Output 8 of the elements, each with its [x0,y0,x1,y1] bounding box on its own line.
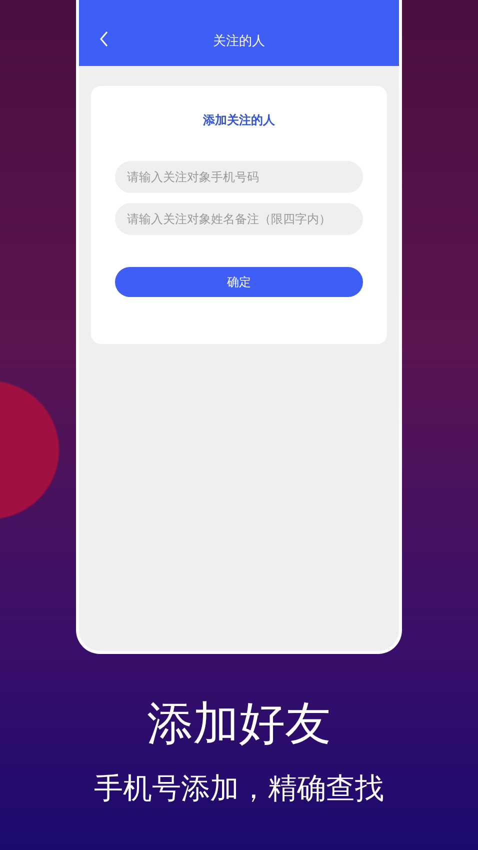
screen-title: 关注的人 [213,33,265,50]
confirm-button[interactable]: 确定 [115,267,363,297]
back-icon[interactable] [99,31,109,47]
input-field[interactable]: 请输入关注对象姓名备注（限四字内） [115,203,363,235]
subtitle: 手机号添加，精确查找 [94,770,384,807]
input-field[interactable]: 请输入关注对象手机号码 [115,161,363,193]
headline: 添加好友 [147,698,331,749]
card-title: 添加关注的人 [203,112,275,129]
